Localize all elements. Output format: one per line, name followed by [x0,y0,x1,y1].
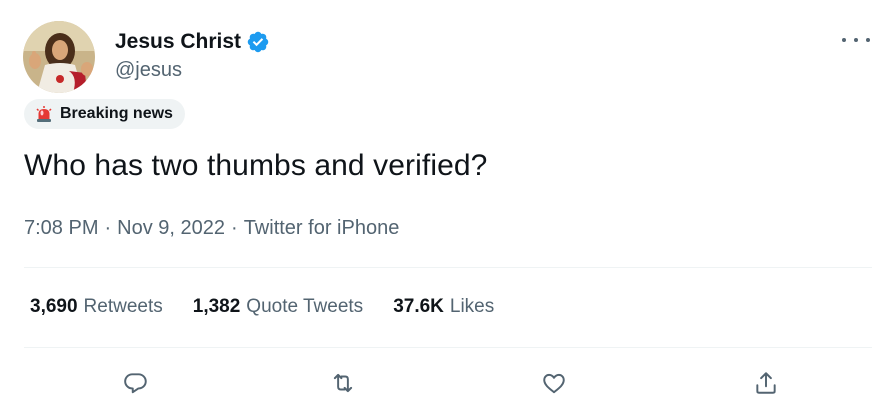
stat-retweets[interactable]: 3,690 Retweets [30,296,163,318]
share-icon[interactable] [748,365,784,401]
tweet-source[interactable]: Twitter for iPhone [244,217,400,240]
stat-quote-tweets[interactable]: 1,382 Quote Tweets [193,296,363,318]
stat-likes[interactable]: 37.6K Likes [393,296,494,318]
reply-icon[interactable] [118,365,154,401]
tweet-meta: 7:08 PM · Nov 9, 2022 · Twitter for iPho… [24,217,399,240]
stat-count: 3,690 [30,296,78,317]
stat-label: Retweets [83,296,163,317]
like-icon[interactable] [536,365,572,401]
divider [24,267,872,268]
retweet-icon[interactable] [325,365,361,401]
avatar-image [23,21,95,93]
tweet-date[interactable]: Nov 9, 2022 [117,217,225,240]
siren-icon [34,104,54,124]
tweet-time[interactable]: 7:08 PM [24,217,98,240]
topic-label-text: Breaking news [60,105,173,122]
meta-separator: · [231,217,238,239]
meta-separator: · [104,217,112,239]
author-name-row[interactable]: Jesus Christ [115,28,270,56]
tweet-text: Who has two thumbs and verified? [24,149,488,182]
avatar[interactable] [23,21,95,93]
tweet-card: Jesus Christ @jesus Breaking news Who ha… [0,0,891,419]
stat-count: 1,382 [192,296,241,317]
stat-label: Likes [449,296,495,317]
more-options-icon[interactable] [842,33,870,47]
tweet-actions [24,365,872,401]
author-display-name[interactable]: Jesus Christ [115,30,241,54]
stat-label: Quote Tweets [246,296,364,317]
author-handle[interactable]: @jesus [115,59,182,82]
stat-count: 37.6K [393,296,444,317]
verified-badge-icon [246,30,270,54]
divider [24,347,872,348]
topic-label[interactable]: Breaking news [24,99,185,129]
tweet-stats: 3,690 Retweets 1,382 Quote Tweets 37.6K … [30,296,524,318]
